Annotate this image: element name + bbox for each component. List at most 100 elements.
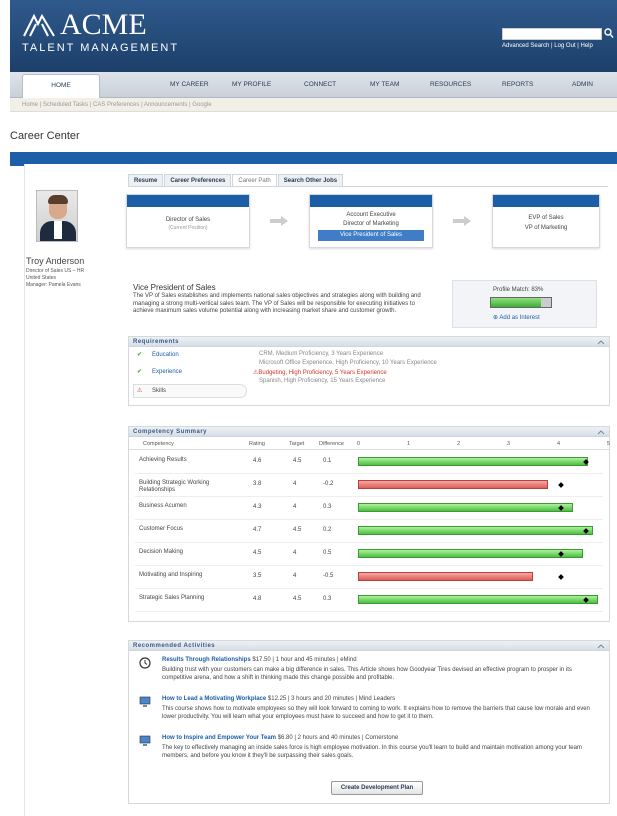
utility-links[interactable]: Advanced Search | Log Out | Help <box>502 43 593 49</box>
profile-match-box: Profile Match: 83% ⊕ Add as Interest <box>452 280 597 328</box>
nav-connect[interactable]: CONNECT <box>304 81 336 88</box>
competency-rating: 4.6 <box>253 458 262 464</box>
req-skills[interactable]: ⚠ Skills <box>137 387 166 394</box>
competency-target: 4 <box>293 481 297 487</box>
nav-home-tab[interactable]: HOME <box>22 74 100 98</box>
competency-target: 4.5 <box>293 596 302 602</box>
current-position-title: Director of Sales <box>165 217 211 223</box>
competency-name: Strategic Sales Planning <box>139 595 205 601</box>
activity-item-1[interactable]: Results Through Relationships $17.50 | 1… <box>162 657 357 663</box>
row-divider <box>135 519 603 520</box>
competency-title: Competency Summary <box>133 429 208 435</box>
competency-difference: 0.5 <box>323 550 332 556</box>
competency-rating: 4.8 <box>253 596 262 602</box>
competency-target-marker <box>558 573 564 580</box>
activity-title-3[interactable]: How to Inspire and Empower Your Team <box>162 735 276 741</box>
nav-my-team[interactable]: MY TEAM <box>370 81 399 88</box>
competency-section: Competency Summary Competency Rating Tar… <box>128 426 610 622</box>
nav-admin[interactable]: ADMIN <box>572 81 593 88</box>
competency-name: Decision Making <box>139 549 184 555</box>
col-difference: Difference <box>319 441 344 447</box>
col-target: Target <box>289 441 305 447</box>
avatar <box>36 190 78 242</box>
acme-logo[interactable]: ACME TALENT MANAGEMENT <box>22 10 179 55</box>
nav-reports[interactable]: REPORTS <box>502 81 533 88</box>
collapse-icon[interactable] <box>597 338 605 346</box>
path-option-account-executive[interactable]: Account Executive <box>310 211 432 220</box>
competency-rating-bar <box>358 572 533 581</box>
requirements-section: Requirements ✔ Education ✔ Experience ⚠ Ski… <box>128 336 610 406</box>
activity-meta-3: $6.80 | 2 hours and 40 minutes | Corners… <box>277 735 399 741</box>
path-option-selected[interactable]: Vice President of Sales <box>318 230 424 241</box>
add-interest-label: Add as Interest <box>499 315 540 321</box>
competency-rating: 3.5 <box>253 573 262 579</box>
profile-match-bar <box>490 297 552 308</box>
row-divider <box>135 565 603 566</box>
profile-location: United States <box>26 275 57 281</box>
activity-title-2[interactable]: How to Lead a Motivating Workplace <box>162 696 266 702</box>
app-header: ACME TALENT MANAGEMENT Advanced Search |… <box>10 0 617 72</box>
arrow-right-icon <box>270 216 288 226</box>
role-title: Vice President of Sales <box>133 283 216 292</box>
competency-target: 4 <box>293 504 297 510</box>
competency-difference: -0.2 <box>323 481 334 487</box>
computer-icon <box>139 735 151 746</box>
activity-text-3: The key to effectively managing an insid… <box>162 745 582 759</box>
path-option-evp-sales[interactable]: EVP of Sales <box>493 213 599 223</box>
profile-match-fill <box>491 298 541 307</box>
tab-career-preferences[interactable]: Career Preferences <box>164 174 232 186</box>
tab-resume[interactable]: Resume <box>128 174 164 186</box>
activity-text-1: Building trust with your customers can m… <box>162 667 572 681</box>
collapse-icon[interactable] <box>597 642 605 650</box>
req-experience[interactable]: ✔ Experience <box>137 368 182 375</box>
competency-rating-bar <box>358 549 583 558</box>
sub-navigation[interactable]: Home | Scheduled Tasks | CAS Preferences… <box>10 98 617 112</box>
competency-rating: 3.8 <box>253 481 262 487</box>
search-icon[interactable] <box>604 27 614 39</box>
path-option-director-marketing[interactable]: Director of Marketing <box>310 220 432 229</box>
activity-item-2[interactable]: How to Lead a Motivating Workplace $12.2… <box>162 696 395 702</box>
competency-rating: 4.5 <box>253 550 262 556</box>
profile-manager: Manager: Pamela Evans <box>26 282 81 288</box>
card-current-position[interactable]: Director of Sales (Current Position) <box>126 194 250 248</box>
row-divider <box>135 611 603 612</box>
path-option-vp-marketing[interactable]: VP of Marketing <box>493 223 599 233</box>
profile-match-label: Profile Match: 83% <box>493 287 544 293</box>
card-next-role[interactable]: Account Executive Director of Marketing … <box>309 194 433 248</box>
create-development-plan-button[interactable]: Create Development Plan <box>331 781 423 795</box>
competency-rating-bar <box>358 503 573 512</box>
add-interest-link[interactable]: ⊕ Add as Interest <box>493 314 540 321</box>
role-description: The VP of Sales establishes and implemen… <box>133 293 421 314</box>
scale-tick-5: 5 <box>607 441 611 447</box>
computer-icon <box>139 696 151 707</box>
clock-icon <box>139 657 151 669</box>
competency-difference: 0.3 <box>323 596 332 602</box>
req-detail-office: Microsoft Office Experience, High Profic… <box>259 360 437 366</box>
tab-search-other-jobs[interactable]: Search Other Jobs <box>277 174 344 186</box>
req-detail-spanish: Spanish, High Proficiency, 15 Years Expe… <box>259 378 386 384</box>
col-competency: Competency <box>143 441 174 447</box>
nav-my-career[interactable]: MY CAREER <box>170 81 209 88</box>
competency-rating-bar <box>358 457 588 466</box>
collapse-icon[interactable] <box>597 428 605 436</box>
row-divider <box>135 496 603 497</box>
req-education[interactable]: ✔ Education <box>137 351 179 358</box>
warning-icon: ⚠ <box>137 388 143 394</box>
activities-title: Recommended Activities <box>133 643 216 649</box>
competency-target: 4 <box>293 573 297 579</box>
nav-my-profile[interactable]: MY PROFILE <box>232 81 271 88</box>
competency-rating-bar <box>358 595 598 604</box>
competency-name: Business Acumen <box>139 503 187 509</box>
competency-target-marker <box>558 481 564 488</box>
acme-logo-icon <box>23 13 55 37</box>
competency-difference: 0.2 <box>323 527 332 533</box>
competency-rating-bar <box>358 526 593 535</box>
activity-item-3[interactable]: How to Inspire and Empower Your Team $6.… <box>162 735 398 741</box>
nav-resources[interactable]: RESOURCES <box>430 81 471 88</box>
card-future-role[interactable]: EVP of Sales VP of Marketing <box>492 194 600 248</box>
tab-career-path[interactable]: Career Path <box>232 174 277 186</box>
row-divider <box>135 588 603 589</box>
search-input[interactable] <box>502 28 602 40</box>
activity-title-1[interactable]: Results Through Relationships <box>162 657 251 663</box>
page-title: Career Center <box>10 130 80 142</box>
